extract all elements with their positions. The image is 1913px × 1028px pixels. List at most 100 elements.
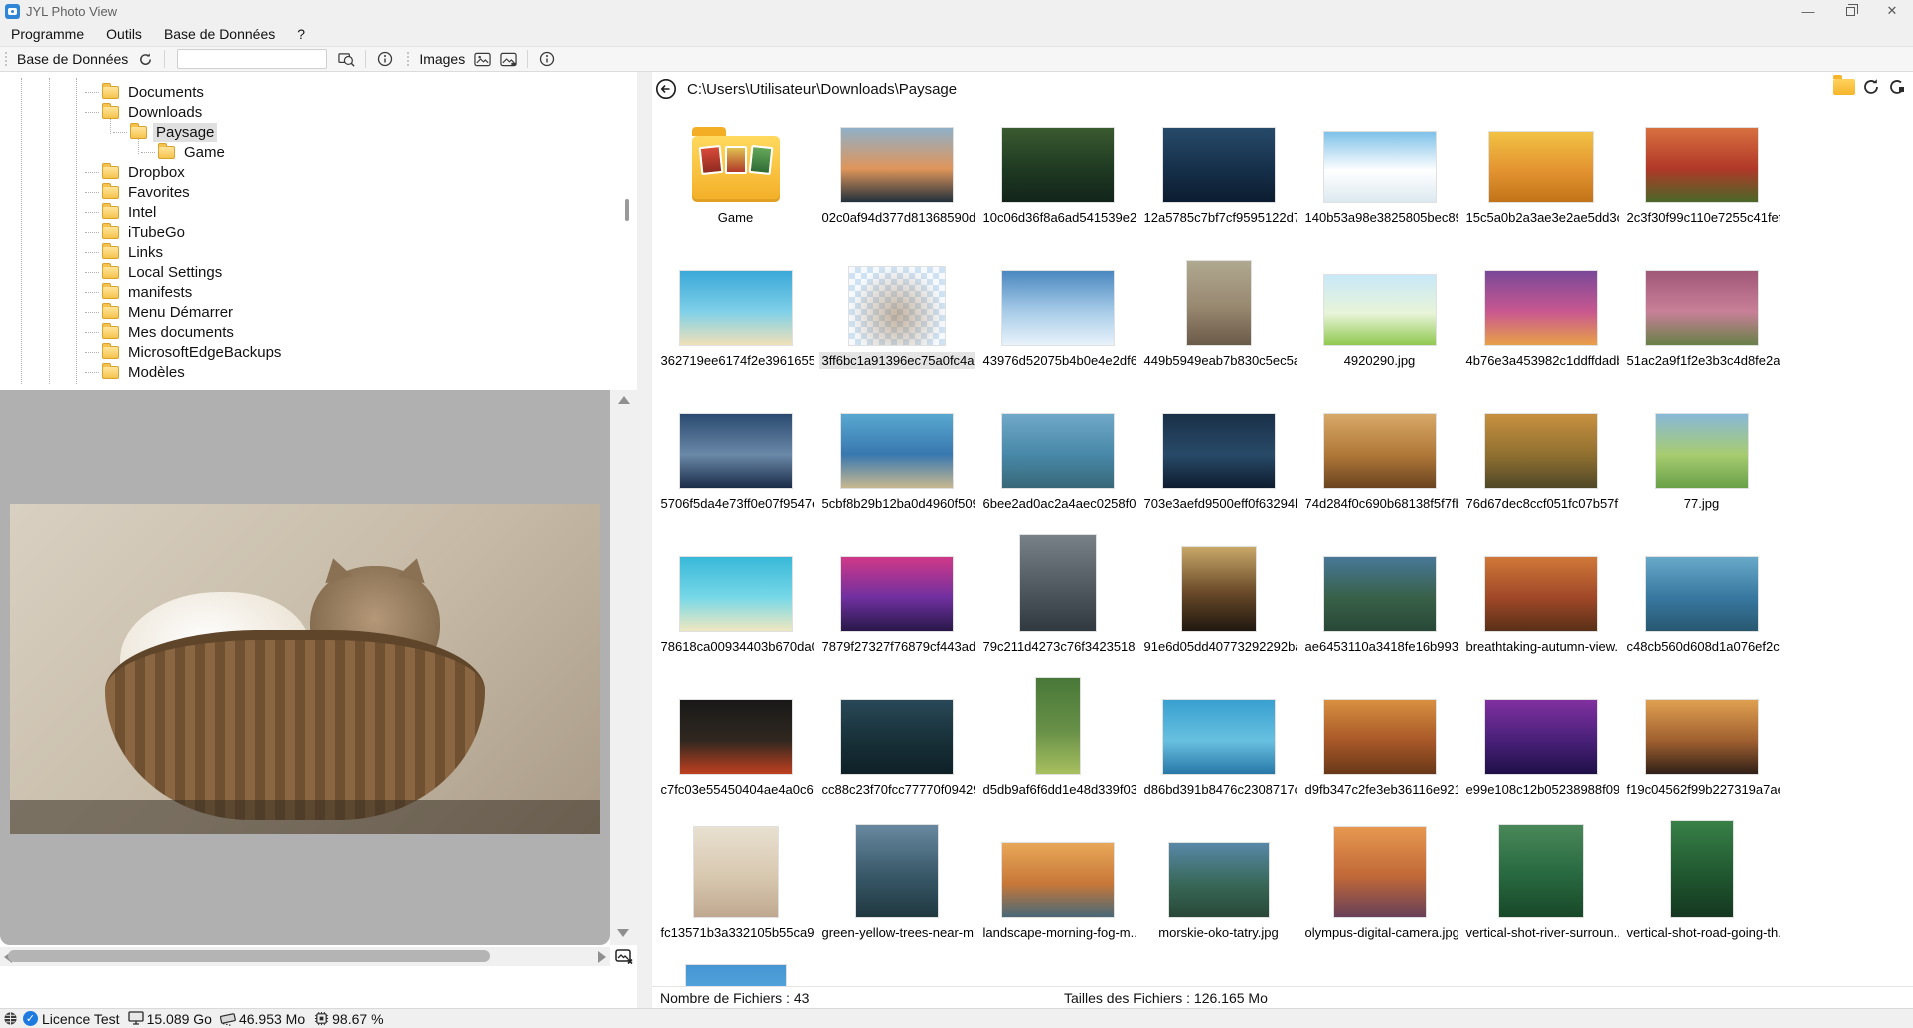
- grid-image-item[interactable]: 2c3f30f99c110e7255c41fefd...: [1621, 106, 1782, 249]
- grid-image-item[interactable]: d9fb347c2fe3eb36116e9214...: [1299, 678, 1460, 821]
- tree-item-menu-d-marrer[interactable]: Menu Démarrer: [0, 302, 610, 322]
- tree-item-favorites[interactable]: Favorites: [0, 182, 610, 202]
- menu-outils[interactable]: Outils: [95, 26, 153, 42]
- menu-base-de-donnees[interactable]: Base de Données: [153, 26, 286, 42]
- grid-image-item[interactable]: morskie-oko-tatry.jpg: [1138, 821, 1299, 964]
- grid-image-item[interactable]: 5cbf8b29b12ba0d4960f509...: [816, 392, 977, 535]
- menu-programme[interactable]: Programme: [0, 26, 95, 42]
- tree-item-mod-les[interactable]: Modèles: [0, 362, 610, 382]
- photo-save-icon[interactable]: [472, 49, 492, 69]
- preview-photo-cats-in-basket[interactable]: [10, 504, 600, 834]
- thumbnail-box: [655, 535, 816, 631]
- image-thumbnail: [841, 700, 953, 774]
- grid-image-item[interactable]: [655, 964, 816, 986]
- grid-image-item[interactable]: 7879f27327f76879cf443ad2...: [816, 535, 977, 678]
- image-thumbnail: [1324, 557, 1436, 631]
- grid-image-item[interactable]: 4920290.jpg: [1299, 249, 1460, 392]
- thumbnail-box: [1138, 678, 1299, 774]
- image-thumbnail: [1324, 414, 1436, 488]
- photo-search-icon[interactable]: [336, 49, 356, 69]
- tree-scrollbar-thumb[interactable]: [625, 199, 629, 221]
- photo-edit-icon[interactable]: [498, 49, 518, 69]
- grid-image-item[interactable]: vertical-shot-road-going-th...: [1621, 821, 1782, 964]
- scroll-down-icon[interactable]: [617, 929, 629, 937]
- grid-image-item[interactable]: 76d67dec8ccf051fc07b57f7...: [1460, 392, 1621, 535]
- grid-image-item[interactable]: d86bd391b8476c2308717c0...: [1138, 678, 1299, 821]
- tree-item-downloads[interactable]: Downloads: [0, 102, 610, 122]
- tree-item-dropbox[interactable]: Dropbox: [0, 162, 610, 182]
- tree-item-manifests[interactable]: manifests: [0, 282, 610, 302]
- filename-label: 449b5949eab7b830c5ec5a4...: [1141, 352, 1297, 369]
- grid-image-item[interactable]: 43976d52075b4b0e4e2df60...: [977, 249, 1138, 392]
- grid-image-item[interactable]: c48cb560d608d1a076ef2cc4...: [1621, 535, 1782, 678]
- grid-image-item[interactable]: 74d284f0c690b68138f5f7fb6...: [1299, 392, 1460, 535]
- grid-image-item[interactable]: ae6453110a3418fe16b993ef...: [1299, 535, 1460, 678]
- grid-image-item[interactable]: c7fc03e55450404ae4a0c68b...: [655, 678, 816, 821]
- rotate-image-icon[interactable]: [1887, 77, 1907, 97]
- grid-image-item[interactable]: breathtaking-autumn-view...: [1460, 535, 1621, 678]
- grid-image-item[interactable]: 6bee2ad0ac2a4aec0258f093...: [977, 392, 1138, 535]
- grid-image-item[interactable]: 140b53a98e3825805bec89e...: [1299, 106, 1460, 249]
- grid-image-item[interactable]: 51ac2a9f1f2e3b3c4d8fe2a1...: [1621, 249, 1782, 392]
- filename-label: 2c3f30f99c110e7255c41fefd...: [1624, 209, 1780, 226]
- grid-image-item[interactable]: 77.jpg: [1621, 392, 1782, 535]
- grid-image-item[interactable]: 10c06d36f8a6ad541539e236...: [977, 106, 1138, 249]
- grid-image-item[interactable]: 449b5949eab7b830c5ec5a4...: [1138, 249, 1299, 392]
- grid-image-item[interactable]: 4b76e3a453982c1ddffdadb...: [1460, 249, 1621, 392]
- open-folder-icon[interactable]: [1833, 79, 1855, 95]
- grid-image-item[interactable]: olympus-digital-camera.jpg: [1299, 821, 1460, 964]
- tree-item-intel[interactable]: Intel: [0, 202, 610, 222]
- folder-icon: [102, 306, 119, 319]
- grid-image-item[interactable]: f19c04562f99b227319a7aef7...: [1621, 678, 1782, 821]
- tree-item-paysage[interactable]: Paysage: [0, 122, 610, 142]
- tree-item-local-settings[interactable]: Local Settings: [0, 262, 610, 282]
- preview-horizontal-scrollbar[interactable]: [0, 947, 610, 966]
- close-button[interactable]: ✕: [1871, 0, 1913, 22]
- grid-image-item[interactable]: fc13571b3a332105b55ca9d4...: [655, 821, 816, 964]
- grid-image-item[interactable]: 3ff6bc1a91396ec75a0fc4a73...: [816, 249, 977, 392]
- grid-image-item[interactable]: landscape-morning-fog-m...: [977, 821, 1138, 964]
- grid-image-item[interactable]: 78618ca00934403b670da09...: [655, 535, 816, 678]
- back-icon[interactable]: [655, 78, 677, 100]
- minimize-button[interactable]: —: [1787, 0, 1829, 22]
- scroll-up-icon[interactable]: [618, 396, 630, 404]
- filename-label: 4b76e3a453982c1ddffdadb...: [1463, 352, 1619, 369]
- grid-image-item[interactable]: 12a5785c7bf7cf9595122d7b...: [1138, 106, 1299, 249]
- grid-image-item[interactable]: e99e108c12b05238988f097e...: [1460, 678, 1621, 821]
- disk-free-label: 15.089 Go: [147, 1011, 212, 1027]
- info-icon[interactable]: [375, 49, 395, 69]
- grid-image-item[interactable]: 79c211d4273c76f3423518ab...: [977, 535, 1138, 678]
- grid-folder-item[interactable]: Game: [655, 106, 816, 249]
- refresh-folder-icon[interactable]: [1861, 77, 1881, 97]
- grid-image-item[interactable]: d5db9af6f6dd1e48d339f03f...: [977, 678, 1138, 821]
- menu-help[interactable]: ?: [286, 26, 316, 42]
- grid-image-item[interactable]: green-yellow-trees-near-m...: [816, 821, 977, 964]
- search-input[interactable]: [177, 49, 327, 69]
- image-thumbnail: [1334, 827, 1426, 917]
- grid-image-item[interactable]: cc88c23f70fcc77770f094298...: [816, 678, 977, 821]
- image-thumbnail: [1646, 271, 1758, 345]
- tree-item-links[interactable]: Links: [0, 242, 610, 262]
- toolbar-grip[interactable]: [406, 51, 411, 67]
- tree-item-itubego[interactable]: iTubeGo: [0, 222, 610, 242]
- scrollbar-thumb[interactable]: [8, 950, 490, 962]
- refresh-icon[interactable]: [135, 49, 155, 69]
- tree-item-mes-documents[interactable]: Mes documents: [0, 322, 610, 342]
- grid-image-item[interactable]: 15c5a0b2a3ae3e2ae5dd3c1...: [1460, 106, 1621, 249]
- restore-button[interactable]: [1829, 0, 1871, 22]
- tree-item-label: Dropbox: [125, 163, 188, 182]
- preview-vertical-scrollbar[interactable]: [610, 390, 637, 945]
- tree-item-documents[interactable]: Documents: [0, 82, 610, 102]
- info-icon[interactable]: [537, 49, 557, 69]
- scroll-right-icon[interactable]: [598, 951, 606, 963]
- grid-image-item[interactable]: vertical-shot-river-surroun...: [1460, 821, 1621, 964]
- grid-image-item[interactable]: 91e6d05dd40773292292bad...: [1138, 535, 1299, 678]
- grid-image-item[interactable]: 5706f5da4e73ff0e07f9547e4...: [655, 392, 816, 535]
- tree-item-game[interactable]: Game: [0, 142, 610, 162]
- grid-image-item[interactable]: 02c0af94d377d81368590d9d...: [816, 106, 977, 249]
- grid-image-item[interactable]: 362719ee6174f2e3961655ce...: [655, 249, 816, 392]
- tree-item-microsoftedgebackups[interactable]: MicrosoftEdgeBackups: [0, 342, 610, 362]
- grid-image-item[interactable]: 703e3aefd9500eff0f63294bc...: [1138, 392, 1299, 535]
- clear-image-icon[interactable]: [612, 947, 636, 967]
- toolbar-grip[interactable]: [4, 51, 9, 67]
